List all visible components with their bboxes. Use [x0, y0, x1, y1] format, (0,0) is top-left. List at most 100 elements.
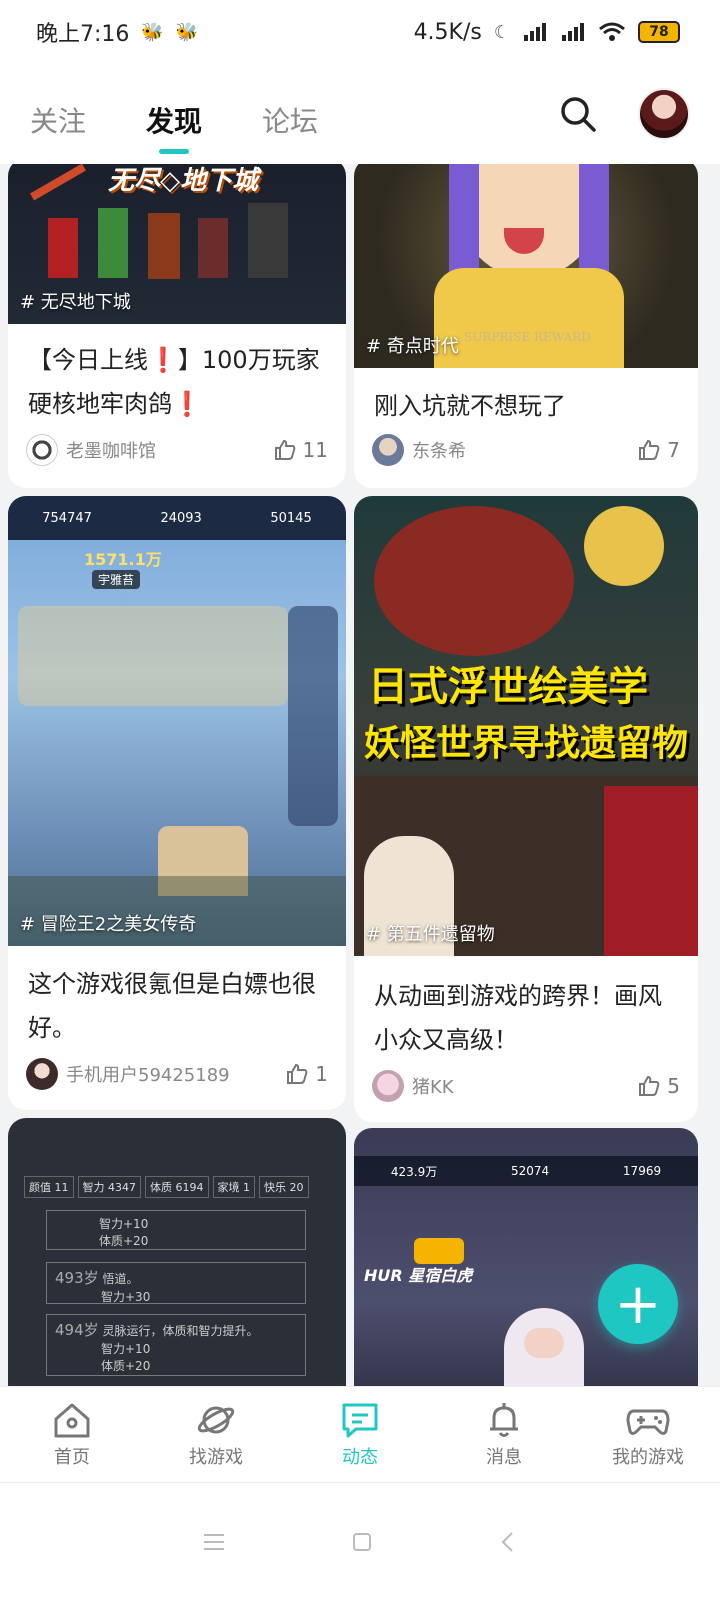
nav-label: 找游戏 — [189, 1446, 243, 1468]
game-tag[interactable]: # 无尽地下城 — [20, 288, 131, 314]
home-icon — [54, 1403, 90, 1437]
game-tag[interactable]: # 奇点时代 — [366, 332, 459, 358]
user-avatar[interactable] — [638, 88, 690, 140]
like-button[interactable]: 1 — [285, 1062, 328, 1086]
nav-label: 我的游戏 — [612, 1446, 684, 1468]
thumbs-up-icon — [639, 1075, 660, 1096]
battery-indicator: 78 — [638, 21, 680, 43]
banner-line-2: 妖怪世界寻找遗留物 — [364, 723, 689, 764]
like-button[interactable]: 5 — [637, 1074, 680, 1098]
post-card[interactable]: SURPRISE REWARD # 奇点时代 刚入坑就不想玩了 东条希 7 — [354, 164, 698, 488]
network-speed: 4.5K/s — [413, 19, 482, 45]
notification-bee-icon: 🐝 — [175, 21, 199, 43]
tab-forum[interactable]: 论坛 — [262, 100, 318, 140]
post-title[interactable]: 【今日上线❗】100万玩家硬核地牢肉鸽❗ — [8, 338, 346, 426]
header-actions — [558, 88, 690, 140]
author-avatar[interactable] — [372, 1070, 404, 1102]
stat-looks: 颜值 11 — [24, 1176, 74, 1198]
post-title[interactable]: 刚入坑就不想玩了 — [354, 384, 698, 428]
notification-bee-icon: 🐝 — [141, 21, 164, 43]
menu-icon[interactable] — [202, 1532, 226, 1552]
game-logo-text: 无尽◇地下城 — [108, 166, 258, 196]
post-cover-image: 颜值 11 智力 4347 体质 6194 家境 1 快乐 20 智力+10 体… — [8, 1118, 346, 1386]
post-cover-image: 无尽◇地下城 # 无尽地下城 — [8, 164, 346, 324]
game-resource-bar: 754747 24093 50145 — [8, 496, 346, 540]
entry-line: 体质+20 — [99, 1234, 149, 1248]
top-tabs: 关注 发现 论坛 — [30, 64, 318, 164]
thumbs-up-icon — [639, 439, 660, 460]
author-name[interactable]: 手机用户59425189 — [66, 1061, 230, 1087]
post-cover-image: 423.9万 52074 17969 HUR 星宿白虎 — [354, 1128, 698, 1386]
post-card[interactable]: 754747 24093 50145 1571.1万 宇雅苔 # 冒险王2之美女… — [8, 496, 346, 1110]
gems-value: 24093 — [160, 510, 202, 526]
tab-discover[interactable]: 发现 — [146, 100, 202, 140]
moon-icon: ☾ — [493, 21, 510, 43]
life-entry: 494岁 灵脉运行，体质和智力提升。 智力+10 体质+20 — [46, 1314, 306, 1376]
status-right: 4.5K/s ☾ 78 — [414, 20, 680, 45]
tickets-value: 50145 — [270, 510, 312, 526]
entry-line: 灵脉运行，体质和智力提升。 — [102, 1324, 259, 1338]
coins-value: 423.9万 — [390, 1164, 438, 1179]
nav-messages[interactable]: 消息 — [432, 1387, 576, 1482]
post-card[interactable]: 423.9万 52074 17969 HUR 星宿白虎 — [354, 1128, 698, 1386]
stats-bar: 颜值 11 智力 4347 体质 6194 家境 1 快乐 20 — [24, 1176, 334, 1198]
bottom-navigation: 首页 找游戏 动态 消息 我的游戏 — [0, 1386, 720, 1482]
entry-line: 智力+10 — [99, 1217, 149, 1231]
post-card[interactable]: 颜值 11 智力 4347 体质 6194 家境 1 快乐 20 智力+10 体… — [8, 1118, 346, 1386]
post-title[interactable]: 这个游戏很氪但是白嫖也很好。 — [8, 962, 346, 1050]
top-header: 关注 发现 论坛 — [0, 64, 720, 164]
game-tag[interactable]: # 冒险王2之美女传奇 — [20, 910, 196, 936]
entry-line: 智力+30 — [101, 1290, 151, 1304]
system-navigation-bar — [0, 1482, 720, 1600]
author-avatar[interactable] — [26, 1058, 58, 1090]
author-name[interactable]: 猪KK — [412, 1073, 454, 1099]
post-cover-image: 日式浮世绘美学 妖怪世界寻找遗留物 # 第五件遗留物 — [354, 496, 698, 956]
signal-icon — [562, 23, 584, 41]
nav-feed[interactable]: 动态 — [288, 1387, 432, 1482]
like-button[interactable]: 11 — [273, 438, 328, 462]
like-count: 1 — [315, 1062, 328, 1086]
post-card[interactable]: 日式浮世绘美学 妖怪世界寻找遗留物 # 第五件遗留物 从动画到游戏的跨界！画风小… — [354, 496, 698, 1122]
banner-text: SURPRISE REWARD — [464, 330, 591, 344]
home-square-icon[interactable] — [351, 1531, 373, 1553]
planet-icon — [197, 1406, 235, 1433]
wifi-icon — [599, 22, 625, 41]
player-name: 宇雅苔 — [92, 570, 141, 589]
nav-home[interactable]: 首页 — [0, 1387, 144, 1482]
banner-line-1: 日式浮世绘美学 — [368, 664, 648, 710]
game-resource-bar: 423.9万 52074 17969 — [354, 1156, 698, 1186]
like-button[interactable]: 7 — [637, 438, 680, 462]
tab-follow[interactable]: 关注 — [30, 100, 86, 140]
author-avatar[interactable] — [372, 434, 404, 466]
game-tag[interactable]: # 第五件遗留物 — [366, 920, 495, 946]
like-count: 11 — [302, 438, 328, 462]
create-post-button[interactable]: + — [598, 1264, 678, 1344]
author-name[interactable]: 老墨咖啡馆 — [66, 437, 156, 463]
life-entry: 智力+10 体质+20 — [46, 1210, 306, 1250]
nav-label: 消息 — [486, 1446, 522, 1468]
thumbs-up-icon — [274, 439, 295, 460]
stat-physique: 体质 6194 — [145, 1176, 209, 1198]
nav-label: 动态 — [342, 1446, 378, 1468]
thumbs-up-icon — [287, 1063, 308, 1084]
status-time: 晚上7:16 — [36, 22, 130, 47]
stat-happiness: 快乐 20 — [259, 1176, 309, 1198]
entry-line: 体质+20 — [101, 1359, 151, 1373]
coins-value: 754747 — [42, 510, 92, 526]
nav-find-games[interactable]: 找游戏 — [144, 1387, 288, 1482]
post-card[interactable]: 无尽◇地下城 # 无尽地下城 【今日上线❗】100万玩家硬核地牢肉鸽❗ 老墨咖啡… — [8, 164, 346, 488]
like-count: 5 — [667, 1074, 680, 1098]
post-meta: 东条希 7 — [372, 434, 680, 466]
entry-line: 智力+10 — [101, 1342, 151, 1356]
post-title[interactable]: 从动画到游戏的跨界！画风小众又高级！ — [354, 974, 698, 1062]
post-meta: 手机用户59425189 1 — [26, 1058, 328, 1090]
post-cover-image: SURPRISE REWARD # 奇点时代 — [354, 164, 698, 368]
back-icon[interactable] — [498, 1530, 518, 1554]
post-meta: 猪KK 5 — [372, 1070, 680, 1102]
post-cover-image: 754747 24093 50145 1571.1万 宇雅苔 # 冒险王2之美女… — [8, 496, 346, 946]
search-icon[interactable] — [558, 94, 598, 134]
author-avatar[interactable] — [26, 434, 58, 466]
discover-feed[interactable]: 无尽◇地下城 # 无尽地下城 【今日上线❗】100万玩家硬核地牢肉鸽❗ 老墨咖啡… — [0, 164, 720, 1386]
nav-my-games[interactable]: 我的游戏 — [576, 1387, 720, 1482]
author-name[interactable]: 东条希 — [412, 437, 466, 463]
